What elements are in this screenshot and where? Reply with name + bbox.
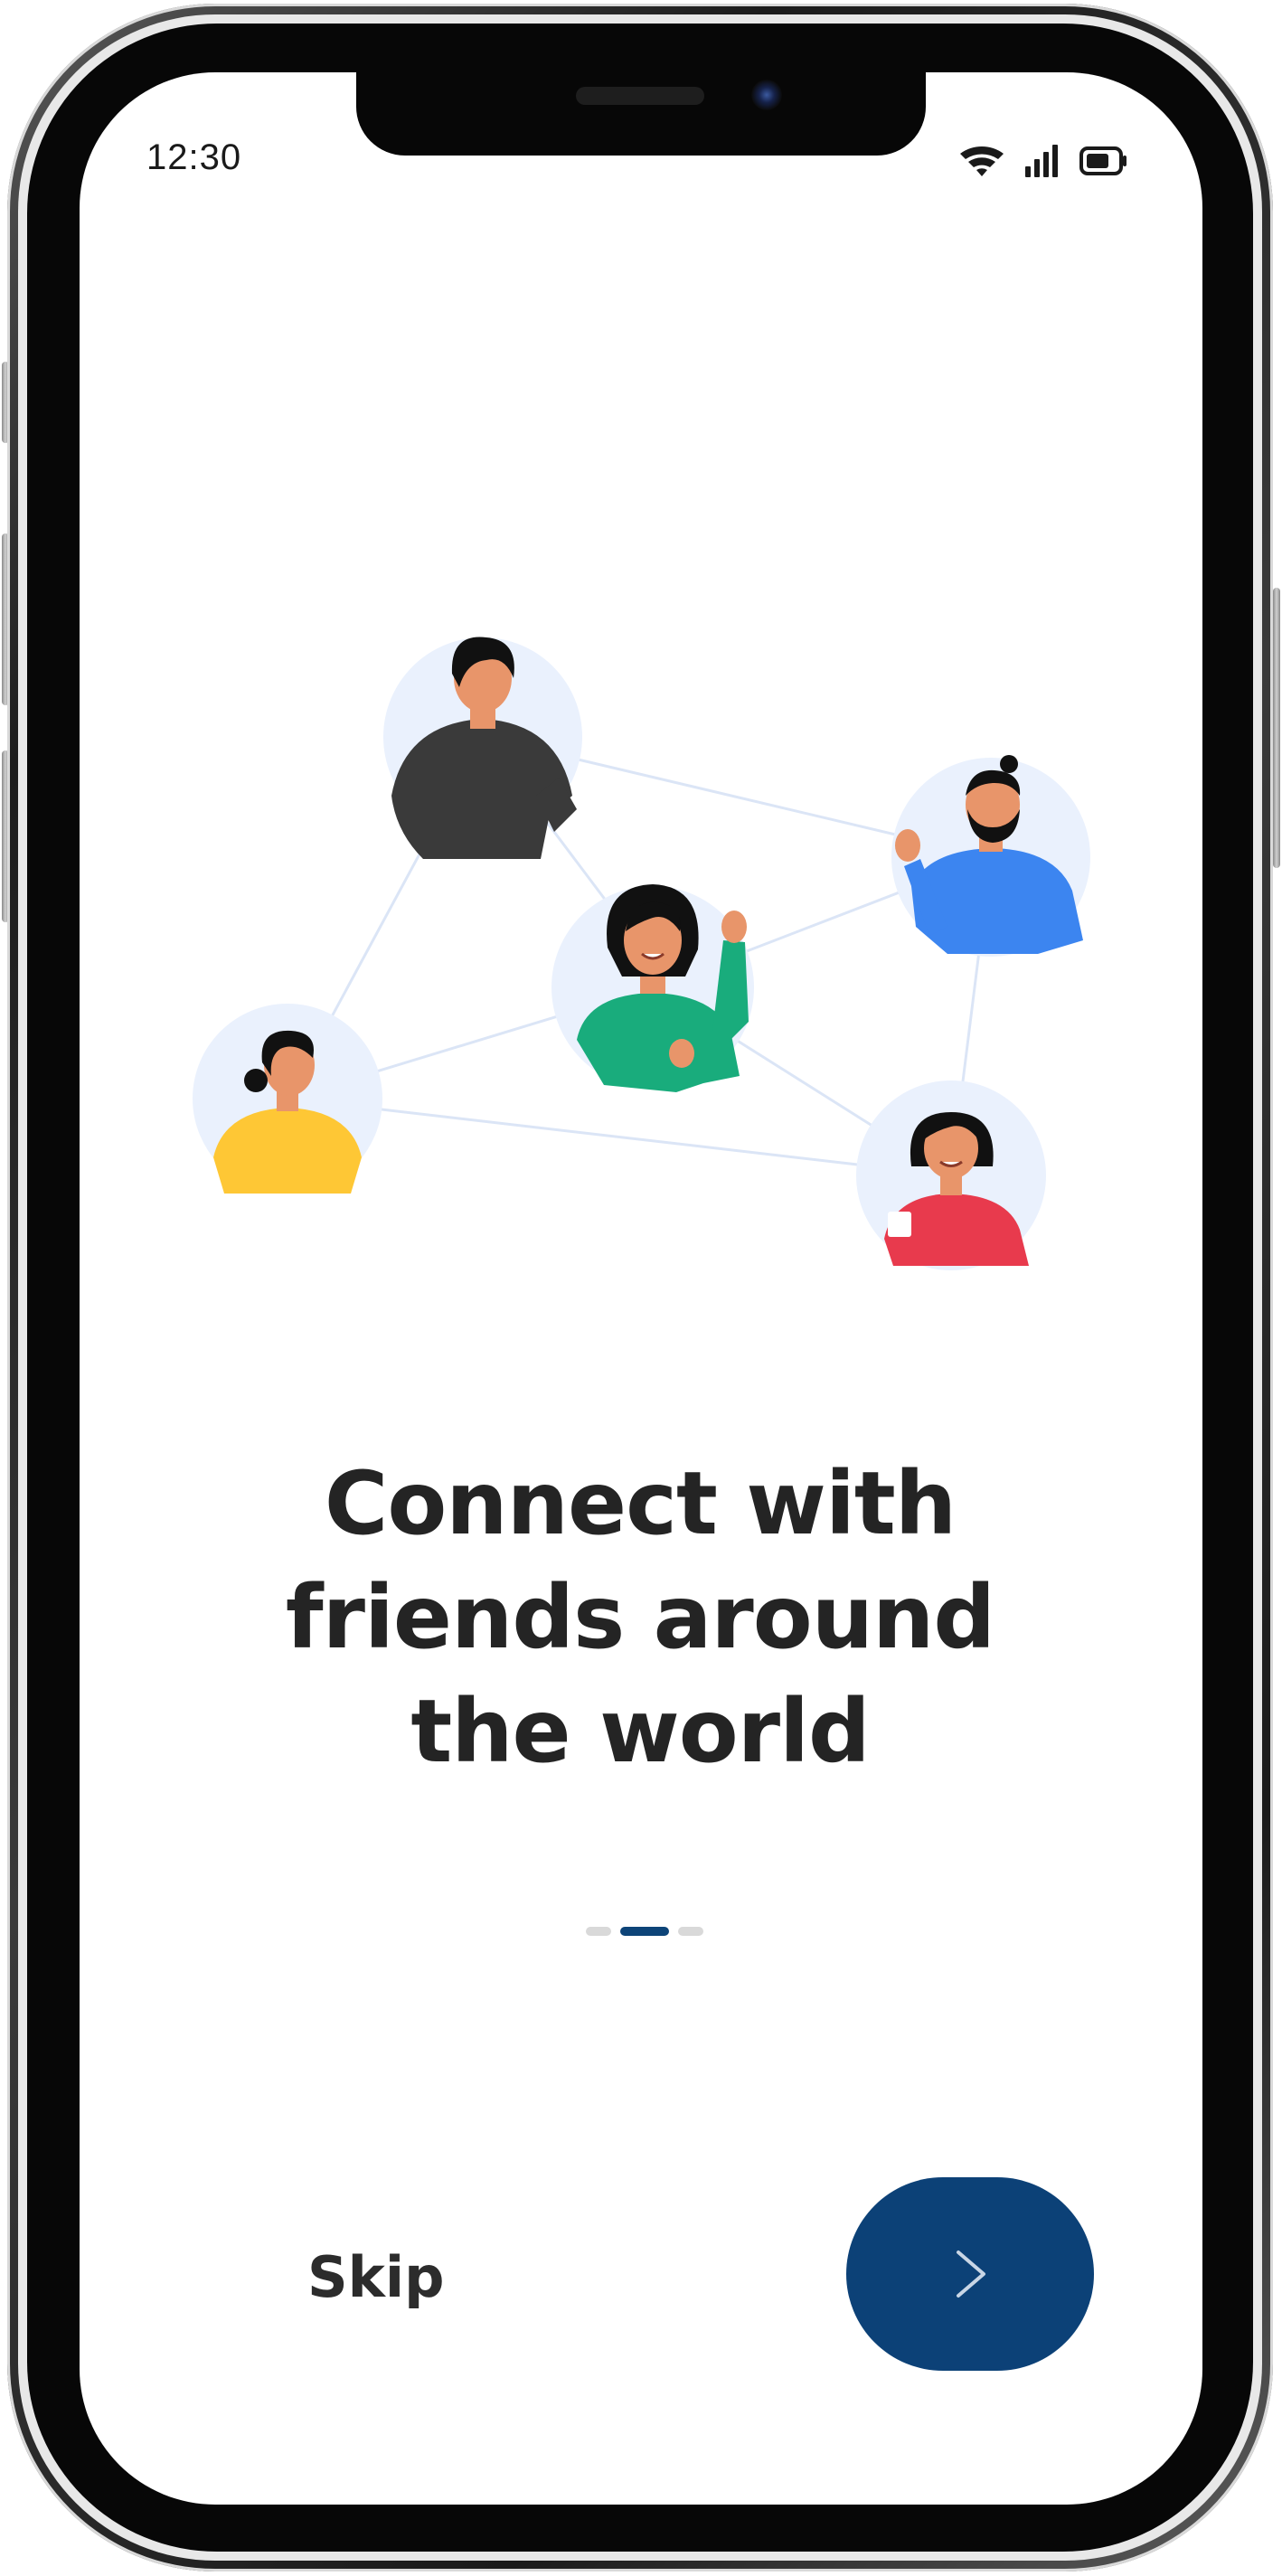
skip-button[interactable]: Skip (307, 2244, 445, 2310)
friends-network-illustration (193, 637, 1090, 1270)
page-dot-3[interactable] (678, 1927, 703, 1936)
page-dot-1[interactable] (586, 1927, 611, 1936)
screen: 12:30 Connect with friends around the wo… (80, 72, 1202, 2505)
person-blue-shirt-avatar (891, 755, 1090, 957)
person-dark-shirt-avatar (383, 637, 582, 859)
phone-mockup: 12:30 Connect with friends around the wo… (0, 0, 1282, 2576)
next-button[interactable] (846, 2177, 1094, 2371)
page-indicator (586, 1926, 703, 1937)
onboarding-headline: Connect with friends around the world (188, 1447, 1092, 1788)
power-button (1273, 588, 1280, 868)
chevron-right-icon (957, 2250, 985, 2298)
headline-line-3: the world (410, 1681, 870, 1782)
headline-line-1: Connect with (324, 1453, 957, 1554)
headline-line-2: friends around (285, 1567, 995, 1668)
person-red-shirt-avatar (856, 1080, 1046, 1270)
person-green-shirt-avatar (551, 884, 754, 1092)
page-dot-2-active[interactable] (620, 1927, 669, 1936)
person-yellow-shirt-avatar (193, 1004, 382, 1194)
